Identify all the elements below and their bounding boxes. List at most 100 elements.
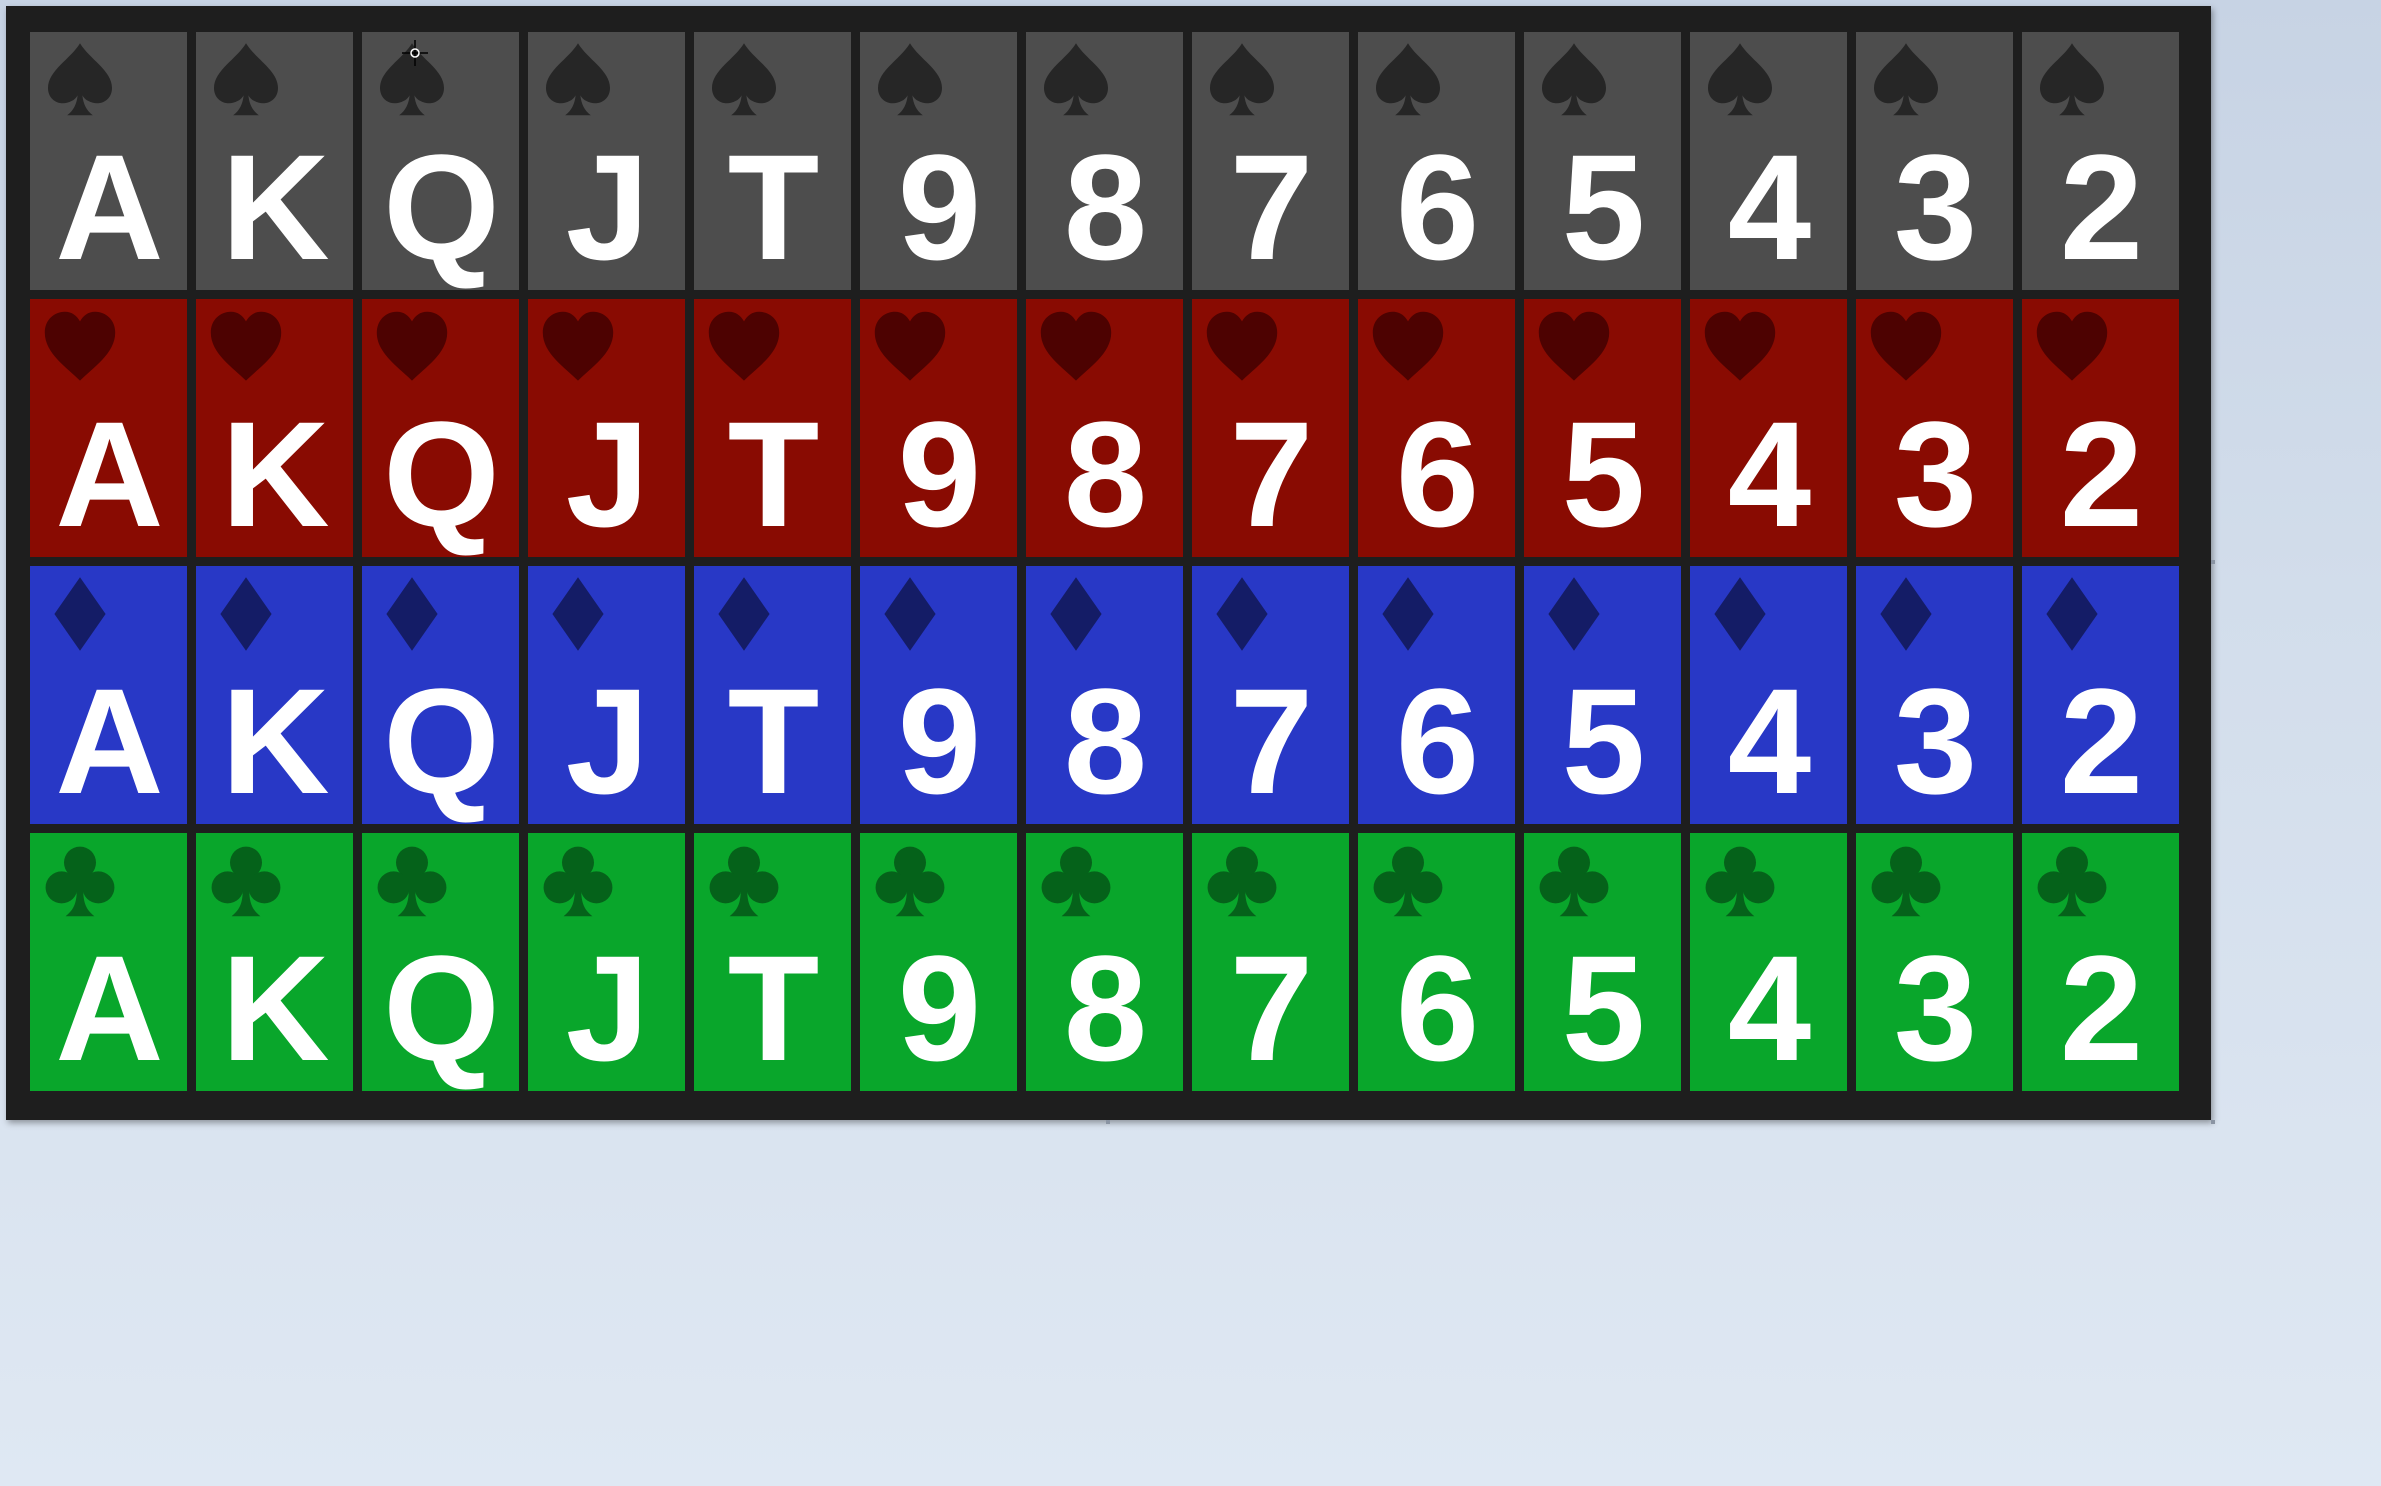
diamond-icon xyxy=(1368,574,1448,654)
card-8-spades[interactable]: 8 xyxy=(1026,32,1183,290)
card-k-diamonds[interactable]: K xyxy=(196,566,353,824)
card-rank: J xyxy=(565,390,649,557)
card-6-spades[interactable]: 6 xyxy=(1358,32,1515,290)
card-rank: Q xyxy=(383,390,500,557)
card-3-clubs[interactable]: 3 xyxy=(1856,833,2013,1091)
heart-icon xyxy=(870,307,950,387)
card-rank: 2 xyxy=(2059,924,2143,1091)
heart-icon xyxy=(1202,307,1282,387)
card-k-clubs[interactable]: K xyxy=(196,833,353,1091)
heart-icon xyxy=(538,307,618,387)
heart-icon xyxy=(1700,307,1780,387)
diamond-icon xyxy=(2032,574,2112,654)
card-t-hearts[interactable]: T xyxy=(694,299,851,557)
card-6-clubs[interactable]: 6 xyxy=(1358,833,1515,1091)
spade-icon xyxy=(1534,40,1614,120)
card-8-diamonds[interactable]: 8 xyxy=(1026,566,1183,824)
card-6-hearts[interactable]: 6 xyxy=(1358,299,1515,557)
card-a-spades[interactable]: A xyxy=(30,32,187,290)
card-rank: A xyxy=(55,390,163,557)
spade-icon xyxy=(1036,40,1116,120)
card-4-hearts[interactable]: 4 xyxy=(1690,299,1847,557)
spade-icon xyxy=(1368,40,1448,120)
card-rank: Q xyxy=(383,657,500,824)
card-rank: 2 xyxy=(2059,657,2143,824)
card-a-hearts[interactable]: A xyxy=(30,299,187,557)
card-9-hearts[interactable]: 9 xyxy=(860,299,1017,557)
resize-handle-corner[interactable] xyxy=(2211,1120,2215,1124)
card-9-clubs[interactable]: 9 xyxy=(860,833,1017,1091)
club-icon xyxy=(1534,841,1614,921)
card-7-diamonds[interactable]: 7 xyxy=(1192,566,1349,824)
card-4-clubs[interactable]: 4 xyxy=(1690,833,1847,1091)
card-rank: J xyxy=(565,657,649,824)
card-7-clubs[interactable]: 7 xyxy=(1192,833,1349,1091)
card-rank: K xyxy=(221,657,329,824)
card-2-spades[interactable]: 2 xyxy=(2022,32,2179,290)
card-t-diamonds[interactable]: T xyxy=(694,566,851,824)
card-a-diamonds[interactable]: A xyxy=(30,566,187,824)
spade-icon xyxy=(1866,40,1946,120)
card-7-spades[interactable]: 7 xyxy=(1192,32,1349,290)
card-t-spades[interactable]: T xyxy=(694,32,851,290)
card-rank: K xyxy=(221,390,329,557)
card-rank: 9 xyxy=(897,924,981,1091)
card-4-spades[interactable]: 4 xyxy=(1690,32,1847,290)
club-icon xyxy=(538,841,618,921)
card-rank: Q xyxy=(383,924,500,1091)
card-t-clubs[interactable]: T xyxy=(694,833,851,1091)
suit-row-hearts: AKQJT98765432 xyxy=(30,299,2187,557)
club-icon xyxy=(1368,841,1448,921)
spade-icon xyxy=(2032,40,2112,120)
card-j-diamonds[interactable]: J xyxy=(528,566,685,824)
card-3-spades[interactable]: 3 xyxy=(1856,32,2013,290)
club-icon xyxy=(1202,841,1282,921)
card-q-diamonds[interactable]: Q xyxy=(362,566,519,824)
card-3-hearts[interactable]: 3 xyxy=(1856,299,2013,557)
card-rank: 9 xyxy=(897,657,981,824)
card-j-spades[interactable]: J xyxy=(528,32,685,290)
heart-icon xyxy=(206,307,286,387)
card-k-hearts[interactable]: K xyxy=(196,299,353,557)
card-5-diamonds[interactable]: 5 xyxy=(1524,566,1681,824)
card-5-clubs[interactable]: 5 xyxy=(1524,833,1681,1091)
card-5-hearts[interactable]: 5 xyxy=(1524,299,1681,557)
card-rank: 8 xyxy=(1063,657,1147,824)
card-rank: 5 xyxy=(1561,123,1645,290)
diamond-icon xyxy=(538,574,618,654)
card-2-hearts[interactable]: 2 xyxy=(2022,299,2179,557)
card-9-diamonds[interactable]: 9 xyxy=(860,566,1017,824)
card-q-spades[interactable]: Q xyxy=(362,32,519,290)
card-j-clubs[interactable]: J xyxy=(528,833,685,1091)
card-rank: 6 xyxy=(1395,390,1479,557)
card-j-hearts[interactable]: J xyxy=(528,299,685,557)
card-rank: 6 xyxy=(1395,924,1479,1091)
card-q-hearts[interactable]: Q xyxy=(362,299,519,557)
club-icon xyxy=(372,841,452,921)
card-4-diamonds[interactable]: 4 xyxy=(1690,566,1847,824)
card-q-clubs[interactable]: Q xyxy=(362,833,519,1091)
card-rank: 5 xyxy=(1561,657,1645,824)
card-rank: A xyxy=(55,924,163,1091)
card-a-clubs[interactable]: A xyxy=(30,833,187,1091)
resize-handle-bottom[interactable] xyxy=(1106,1120,1110,1124)
card-rank: 8 xyxy=(1063,924,1147,1091)
card-3-diamonds[interactable]: 3 xyxy=(1856,566,2013,824)
card-2-diamonds[interactable]: 2 xyxy=(2022,566,2179,824)
card-9-spades[interactable]: 9 xyxy=(860,32,1017,290)
card-8-clubs[interactable]: 8 xyxy=(1026,833,1183,1091)
card-6-diamonds[interactable]: 6 xyxy=(1358,566,1515,824)
card-5-spades[interactable]: 5 xyxy=(1524,32,1681,290)
spade-icon xyxy=(40,40,120,120)
resize-handle-right[interactable] xyxy=(2211,560,2215,564)
card-rank: K xyxy=(221,123,329,290)
card-rank: 3 xyxy=(1893,657,1977,824)
card-7-hearts[interactable]: 7 xyxy=(1192,299,1349,557)
card-8-hearts[interactable]: 8 xyxy=(1026,299,1183,557)
card-2-clubs[interactable]: 2 xyxy=(2022,833,2179,1091)
card-k-spades[interactable]: K xyxy=(196,32,353,290)
card-rank: A xyxy=(55,123,163,290)
spade-icon xyxy=(870,40,950,120)
heart-icon xyxy=(2032,307,2112,387)
diamond-icon xyxy=(1866,574,1946,654)
